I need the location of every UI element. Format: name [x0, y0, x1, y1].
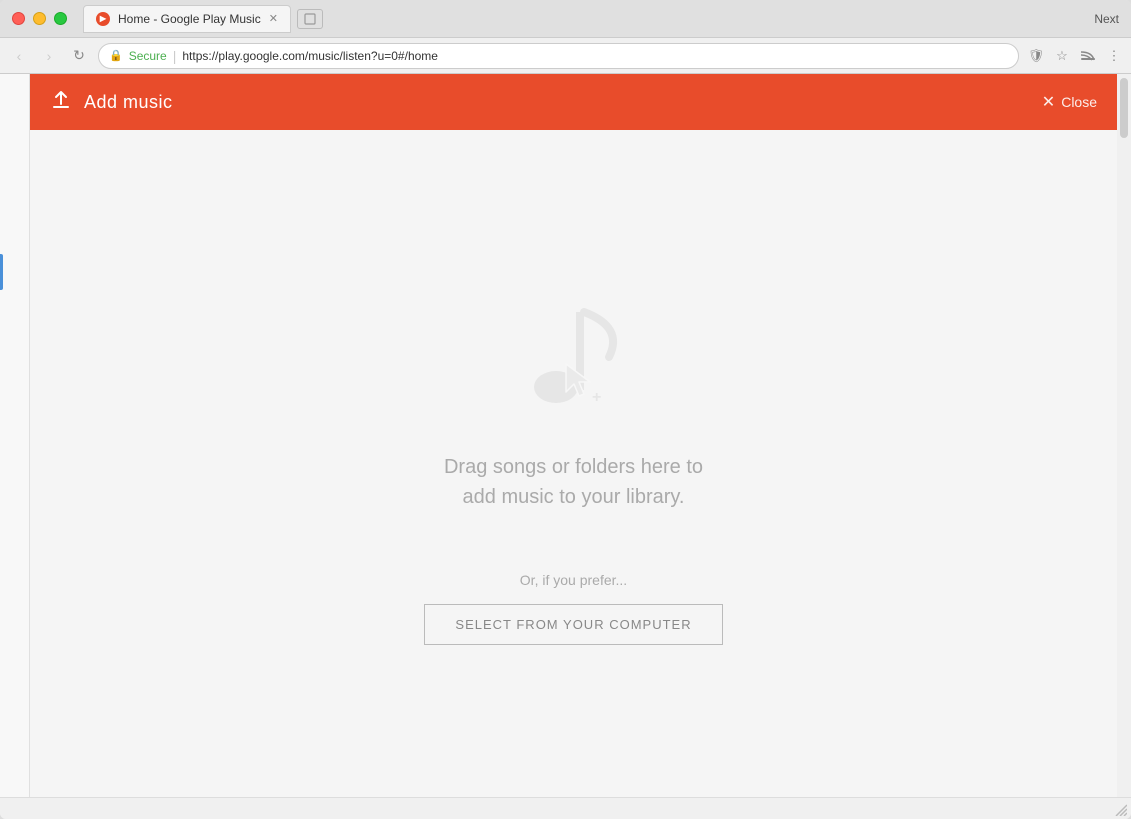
drag-text-line2: add music to your library.: [444, 482, 703, 512]
cast-icon[interactable]: [1079, 47, 1097, 65]
minimize-traffic-light[interactable]: [33, 12, 46, 25]
scrollbar-area: [1117, 74, 1131, 797]
modal-title-area: Add music: [50, 89, 173, 116]
browser-window: ▶ Home - Google Play Music ✕ Next ‹ › ↻ …: [0, 0, 1131, 819]
modal-body: + Drag songs or folders here to add musi…: [30, 130, 1117, 797]
lock-icon: 🔒: [109, 49, 123, 62]
tab-close-button[interactable]: ✕: [269, 12, 278, 25]
svg-text:+: +: [592, 389, 601, 406]
forward-button[interactable]: ›: [38, 45, 60, 67]
upload-icon: [50, 89, 72, 116]
url-text: https://play.google.com/music/listen?u=0…: [182, 49, 438, 63]
address-field[interactable]: 🔒 Secure | https://play.google.com/music…: [98, 43, 1019, 69]
menu-icon[interactable]: ⋮: [1105, 47, 1123, 65]
new-tab-button[interactable]: [297, 9, 323, 29]
close-x-icon: ✕: [1042, 92, 1055, 112]
tab-label: Home - Google Play Music: [118, 12, 261, 26]
drag-text: Drag songs or folders here to add music …: [444, 452, 703, 512]
back-button[interactable]: ‹: [8, 45, 30, 67]
secure-label: Secure: [129, 49, 167, 63]
refresh-button[interactable]: ↻: [68, 45, 90, 67]
music-note-icon: +: [514, 282, 634, 422]
music-icon-container: +: [514, 282, 634, 422]
browser-content: Add music ✕ Close: [0, 74, 1131, 797]
traffic-lights: [12, 12, 67, 25]
close-label: Close: [1061, 94, 1097, 110]
tab-area: ▶ Home - Google Play Music ✕: [83, 5, 1094, 33]
titlebar: ▶ Home - Google Play Music ✕ Next: [0, 0, 1131, 38]
modal-area: Add music ✕ Close: [30, 74, 1117, 797]
addressbar-icons: 🛡 ☆ ⋮: [1027, 47, 1123, 65]
url-divider: |: [173, 48, 177, 64]
close-button[interactable]: ✕ Close: [1042, 92, 1097, 112]
select-from-computer-button[interactable]: SELECT FROM YOUR COMPUTER: [424, 604, 722, 645]
forward-icon: ›: [47, 48, 52, 64]
resize-handle[interactable]: [1113, 802, 1127, 816]
prefer-text: Or, if you prefer...: [520, 572, 627, 588]
shield-icon[interactable]: 🛡: [1027, 47, 1045, 65]
addressbar: ‹ › ↻ 🔒 Secure | https://play.google.com…: [0, 38, 1131, 74]
refresh-icon: ↻: [73, 47, 85, 64]
tab-favicon: ▶: [96, 12, 110, 26]
modal-title: Add music: [84, 92, 173, 113]
active-tab[interactable]: ▶ Home - Google Play Music ✕: [83, 5, 291, 33]
maximize-traffic-light[interactable]: [54, 12, 67, 25]
back-icon: ‹: [17, 48, 22, 64]
modal-header: Add music ✕ Close: [30, 74, 1117, 130]
star-icon[interactable]: ☆: [1053, 47, 1071, 65]
close-traffic-light[interactable]: [12, 12, 25, 25]
scrollbar-thumb[interactable]: [1120, 78, 1128, 138]
drag-text-line1: Drag songs or folders here to: [444, 452, 703, 482]
sidebar: [0, 74, 30, 797]
bottom-bar: [0, 797, 1131, 819]
next-label: Next: [1094, 12, 1119, 26]
sidebar-accent: [0, 254, 3, 290]
